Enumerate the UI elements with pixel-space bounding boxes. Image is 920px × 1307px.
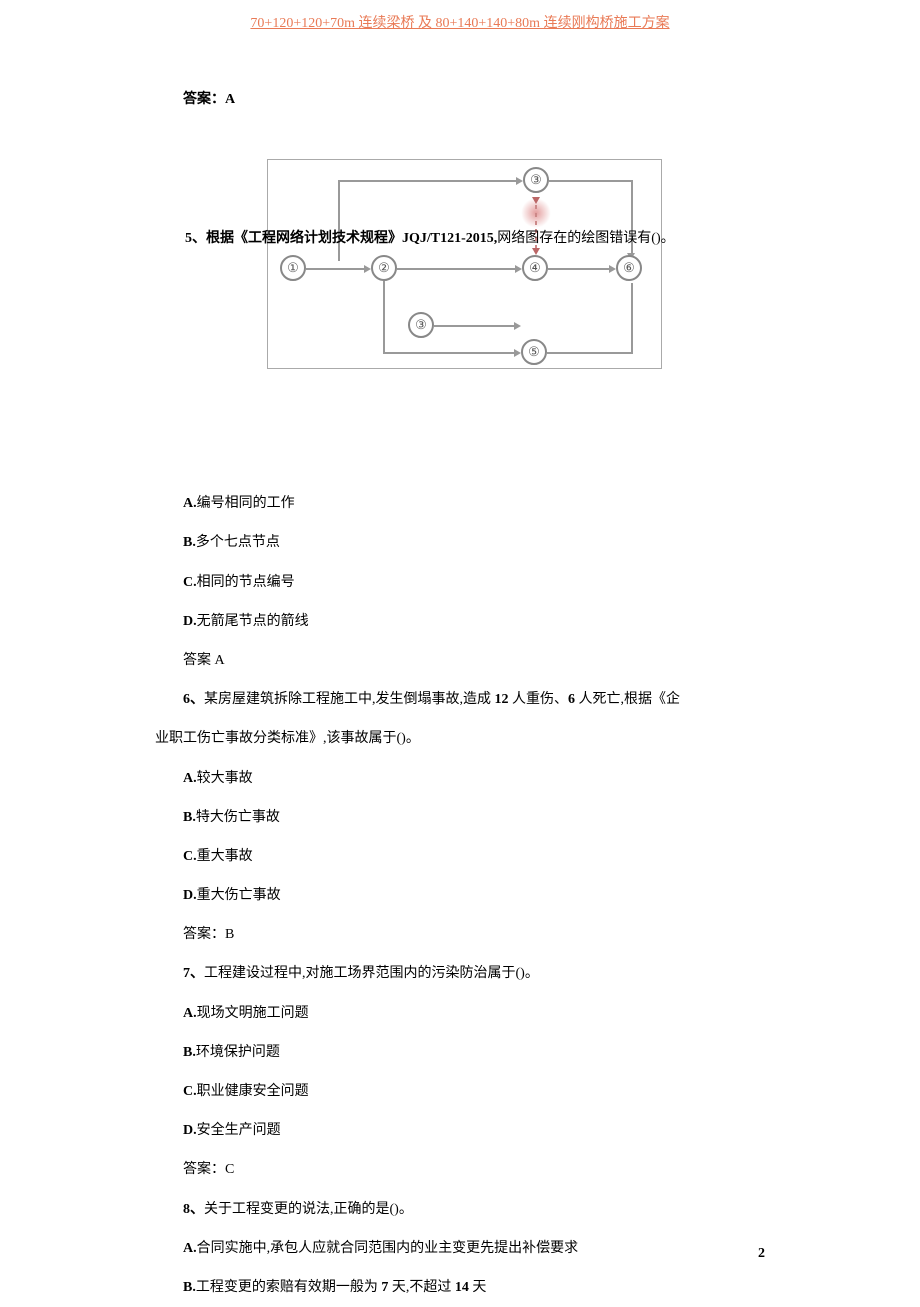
node-6: ⑥: [616, 255, 642, 281]
arrow-icon: [532, 197, 540, 204]
arrow-icon: [516, 177, 523, 185]
answer-4: 答案：A: [155, 80, 775, 119]
node-3: ③: [523, 167, 549, 193]
edge: [631, 283, 633, 354]
node-5: ⑤: [521, 339, 547, 365]
edge: [383, 281, 385, 354]
node-3b: ③: [408, 312, 434, 338]
node-4: ④: [522, 255, 548, 281]
q5-option-d: D.无箭尾节点的箭线: [155, 602, 775, 641]
q6-option-c: C.重大事故: [155, 837, 775, 876]
header-link[interactable]: 70+120+120+70m 连续梁桥 及 80+140+140+80m 连续刚…: [250, 12, 669, 32]
edge: [306, 268, 366, 270]
edge: [338, 180, 518, 182]
arrow-icon: [609, 265, 616, 273]
edge: [547, 352, 633, 354]
page-number: 2: [758, 1246, 765, 1262]
edge: [383, 352, 516, 354]
q8-option-b: B.工程变更的索赔有效期一般为 7 天,不超过 14 天: [155, 1268, 775, 1307]
network-diagram: 5、根据《工程网络计划技术规程》JQJ/T121-2015,网络图存在的绘图错误…: [255, 159, 665, 369]
arrow-icon: [364, 265, 371, 273]
q6-option-d: D.重大伤亡事故: [155, 876, 775, 915]
q7-option-c: C.职业健康安全问题: [155, 1072, 775, 1111]
q5-option-b: B.多个七点节点: [155, 523, 775, 562]
main-content: 答案：A 5、根据《工程网络计划技术规程》JQJ/T121-2015,网络图存在…: [155, 80, 775, 1307]
arrow-icon: [514, 322, 521, 330]
q6-line1: 6、某房屋建筑拆除工程施工中,发生倒塌事故,造成 12 人重伤、6 人死亡,根据…: [155, 680, 775, 719]
q7-answer: 答案：C: [155, 1150, 775, 1189]
q7-text: 7、工程建设过程中,对施工场界范围内的污染防治属于()。: [155, 954, 775, 993]
edge: [549, 180, 633, 182]
edge: [397, 268, 517, 270]
q7-option-a: A.现场文明施工问题: [155, 994, 775, 1033]
q7-option-d: D.安全生产问题: [155, 1111, 775, 1150]
edge: [338, 181, 340, 261]
q6-answer: 答案：B: [155, 915, 775, 954]
q5-text: 5、根据《工程网络计划技术规程》JQJ/T121-2015,网络图存在的绘图错误…: [185, 227, 675, 247]
q6-line2: 业职工伤亡事故分类标准》,该事故属于()。: [155, 719, 775, 758]
edge: [548, 268, 611, 270]
q8-text: 8、关于工程变更的说法,正确的是()。: [155, 1190, 775, 1229]
diagram-frame: ③ ① ② ④ ⑥ ③: [267, 159, 662, 369]
q6-option-b: B.特大伤亡事故: [155, 798, 775, 837]
q6-option-a: A.较大事故: [155, 759, 775, 798]
arrow-icon: [514, 349, 521, 357]
q5-answer: 答案 A: [155, 641, 775, 680]
q5-option-a: A.编号相同的工作: [155, 484, 775, 523]
arrow-icon: [532, 248, 540, 255]
edge: [434, 325, 516, 327]
q8-option-a: A.合同实施中,承包人应就合同范围内的业主变更先提出补偿要求: [155, 1229, 775, 1268]
q5-option-c: C.相同的节点编号: [155, 563, 775, 602]
q7-option-b: B.环境保护问题: [155, 1033, 775, 1072]
node-2: ②: [371, 255, 397, 281]
node-1: ①: [280, 255, 306, 281]
arrow-icon: [515, 265, 522, 273]
